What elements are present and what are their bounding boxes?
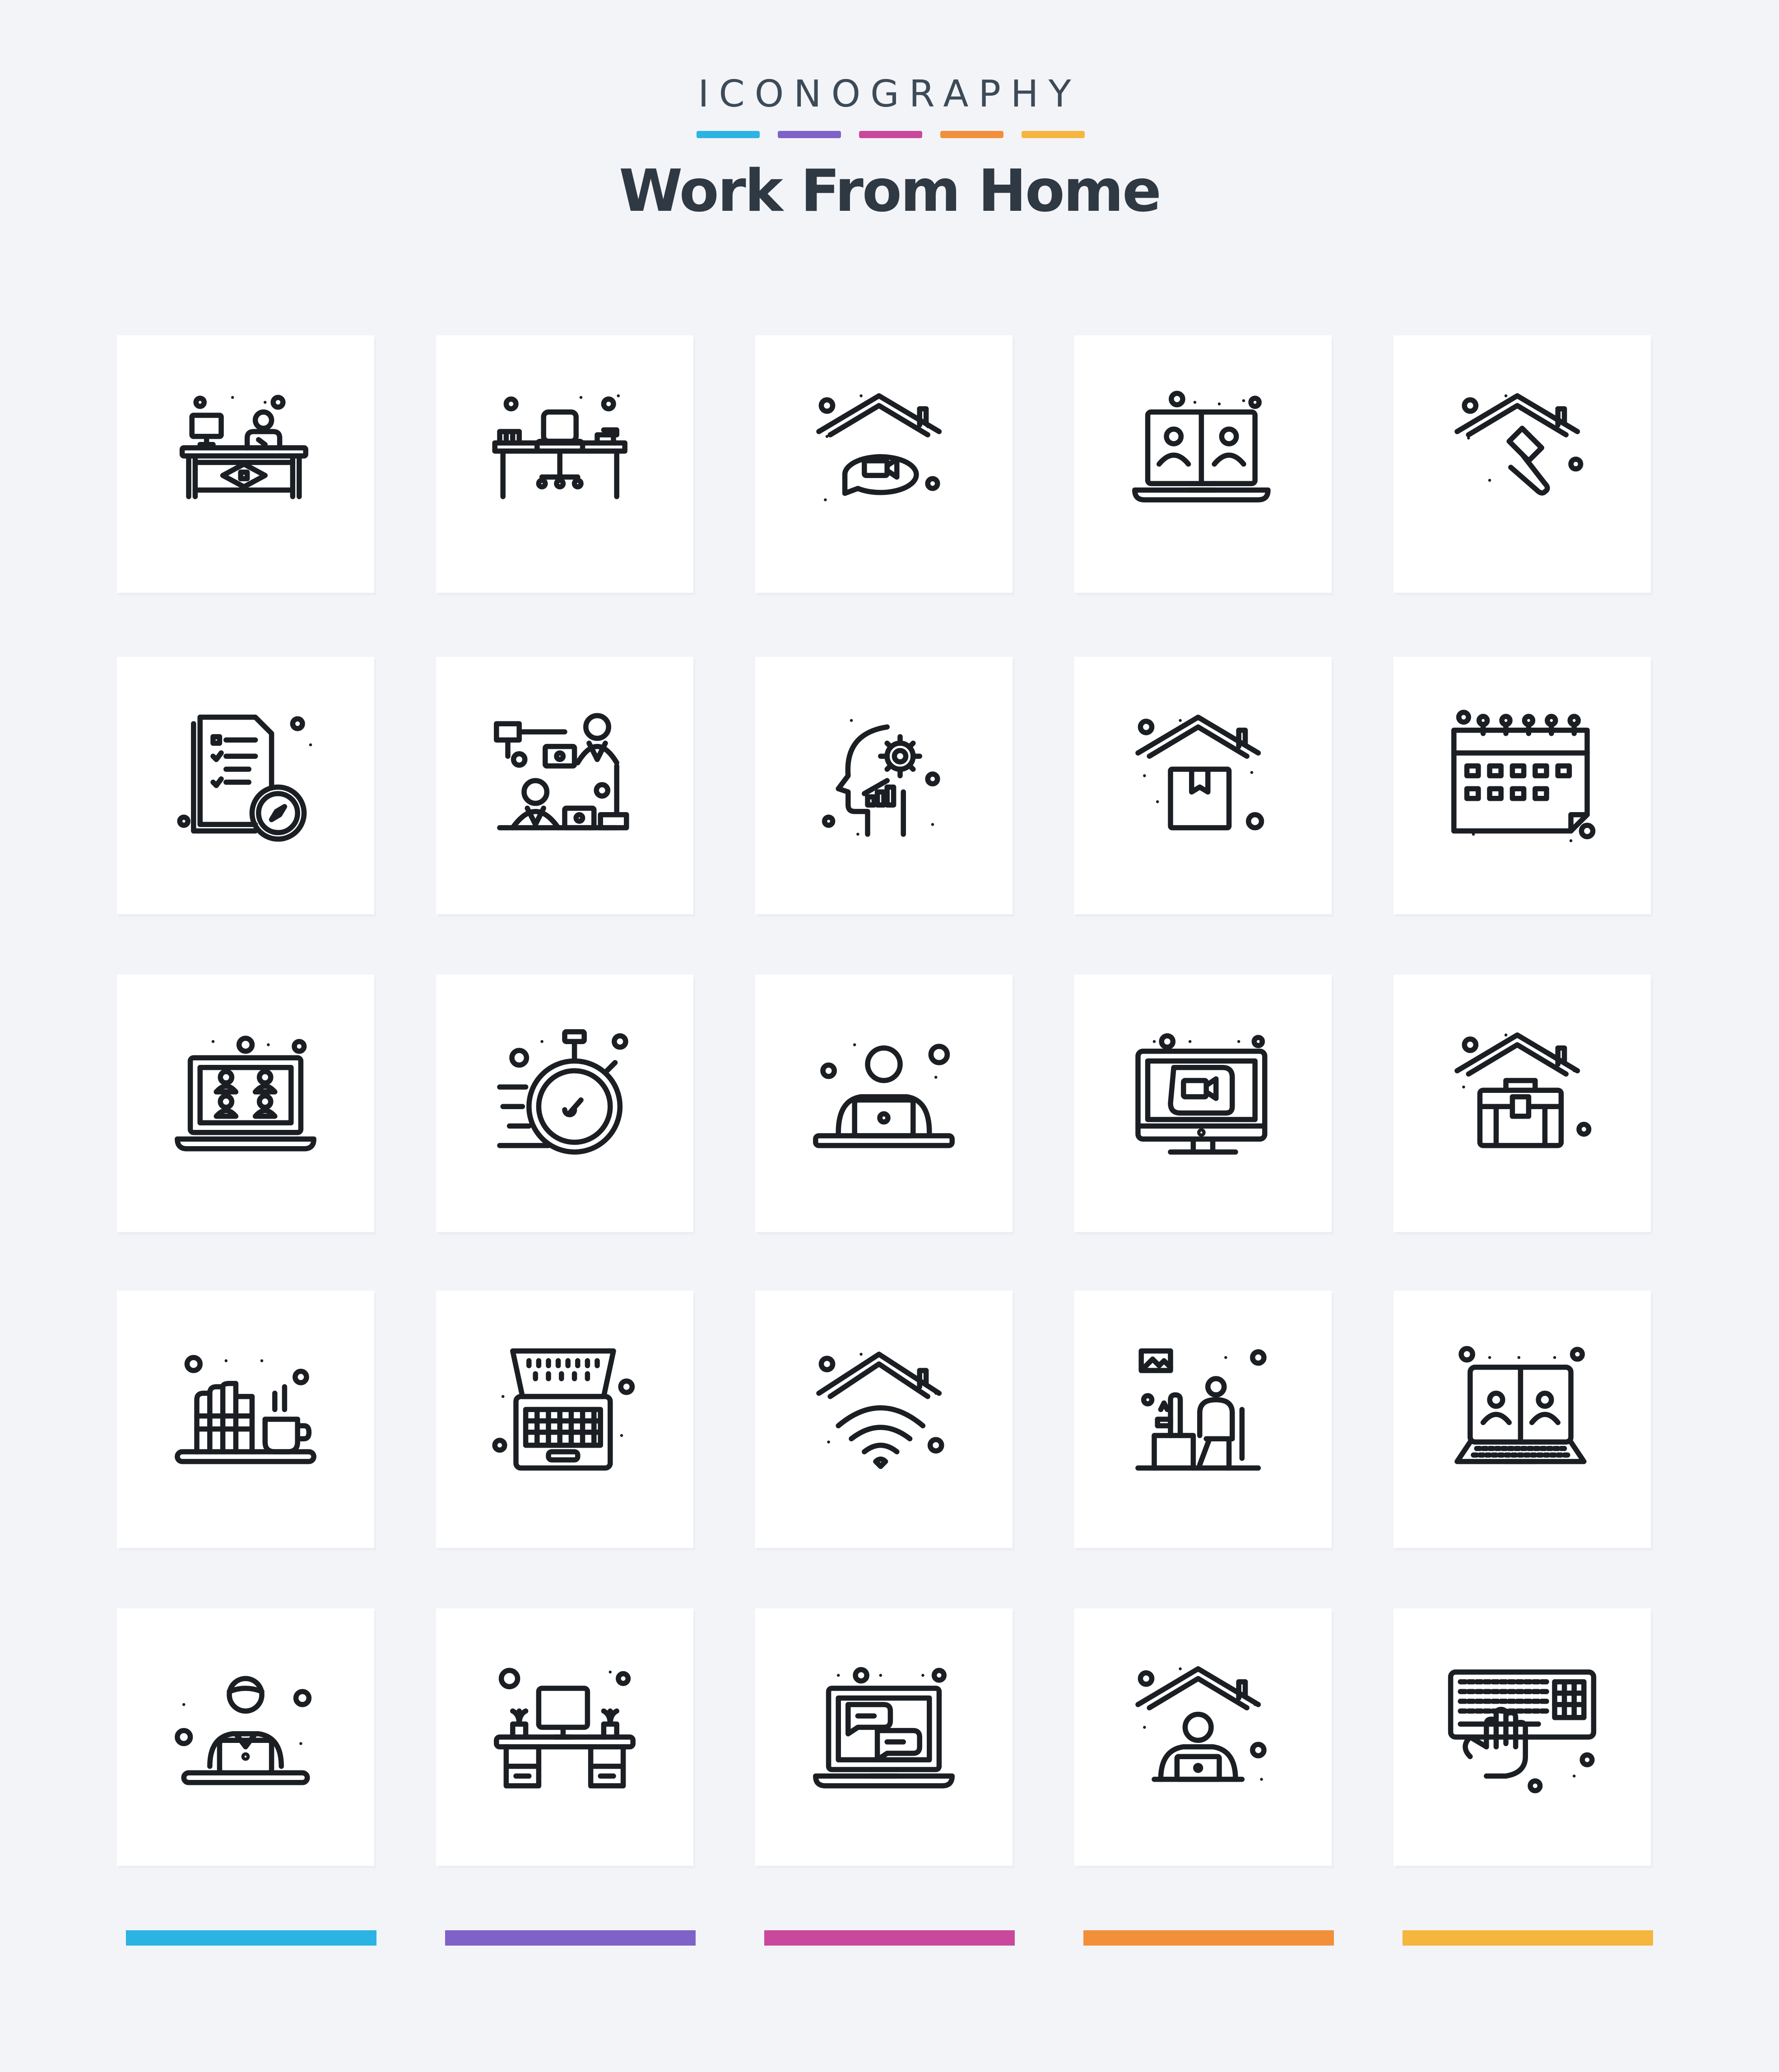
icon-tile[interactable] <box>1074 335 1332 593</box>
laptop-chat-icon <box>813 1667 955 1789</box>
home-delivery-box-icon <box>1135 715 1264 831</box>
icon-tile[interactable] <box>755 657 1013 914</box>
stopwatch-icon <box>497 1029 628 1155</box>
icon-tile[interactable] <box>117 657 374 914</box>
accent-stripe <box>940 131 1003 138</box>
icon-tile[interactable] <box>1393 335 1651 593</box>
brand-label: ICONOGRAPHY <box>698 73 1081 116</box>
laptop-two-person-call-icon <box>1454 1346 1587 1464</box>
page-title: Work From Home <box>619 158 1161 225</box>
icon-tile[interactable] <box>117 975 374 1232</box>
woman-on-laptop-icon <box>175 1676 312 1785</box>
keyboard-typing-hand-icon <box>1448 1669 1597 1793</box>
accent-stripe <box>697 131 760 138</box>
calendar-icon <box>1451 710 1596 842</box>
task-checklist-timer-icon <box>177 715 312 842</box>
desk-monitor-plants-icon <box>494 1668 636 1789</box>
brand-accent-stripes <box>697 131 1085 138</box>
icon-tile[interactable] <box>1074 1291 1332 1548</box>
icon-tile[interactable] <box>1074 1608 1332 1866</box>
home-wifi-icon <box>816 1352 944 1469</box>
home-video-call-icon <box>816 393 942 502</box>
icon-tile[interactable] <box>755 335 1013 593</box>
icon-tile[interactable] <box>755 975 1013 1232</box>
home-person-laptop-icon <box>1135 1666 1267 1782</box>
icon-tile[interactable] <box>1393 657 1651 914</box>
icon-tile[interactable] <box>117 335 374 593</box>
books-and-coffee-icon <box>175 1355 316 1464</box>
monitor-video-call-icon <box>1135 1033 1268 1155</box>
accent-stripe <box>859 131 922 138</box>
footer-bar-purple <box>445 1930 696 1946</box>
icon-tile[interactable] <box>1074 975 1332 1232</box>
icon-tile[interactable] <box>1393 975 1651 1232</box>
mind-settings-growth-icon <box>822 719 940 837</box>
icon-tile[interactable] <box>436 975 693 1232</box>
laptop-group-call-icon <box>175 1036 316 1152</box>
icon-tile[interactable] <box>755 1608 1013 1866</box>
footer-bar-blue <box>126 1930 376 1946</box>
laptop-video-meeting-icon <box>1132 390 1271 502</box>
icon-tile[interactable] <box>1393 1608 1651 1866</box>
icon-tile[interactable] <box>436 1608 693 1866</box>
footer-bar-orange <box>1083 1930 1334 1946</box>
desk-worker-icon <box>179 395 308 499</box>
icon-tile[interactable] <box>755 1291 1013 1548</box>
icon-tile[interactable] <box>1074 657 1332 914</box>
icon-tile[interactable] <box>117 1608 374 1866</box>
icon-tile[interactable] <box>436 1291 693 1548</box>
home-repair-hammer-icon <box>1454 393 1584 496</box>
typewriter-laptop-icon <box>492 1348 635 1471</box>
accent-stripe <box>1022 131 1085 138</box>
icon-tile[interactable] <box>1393 1291 1651 1548</box>
footer-bar-yellow <box>1403 1930 1653 1946</box>
icon-tile[interactable] <box>436 657 693 914</box>
person-on-laptop-icon <box>813 1043 955 1148</box>
person-at-computer-icon <box>1135 1348 1267 1471</box>
office-chair-desk-icon <box>492 394 627 499</box>
remote-team-connection-icon <box>494 713 629 831</box>
footer-bar-magenta <box>764 1930 1015 1946</box>
icon-tile[interactable] <box>436 335 693 593</box>
home-briefcase-icon <box>1454 1032 1592 1148</box>
accent-stripe <box>778 131 841 138</box>
icon-tile[interactable] <box>117 1291 374 1548</box>
